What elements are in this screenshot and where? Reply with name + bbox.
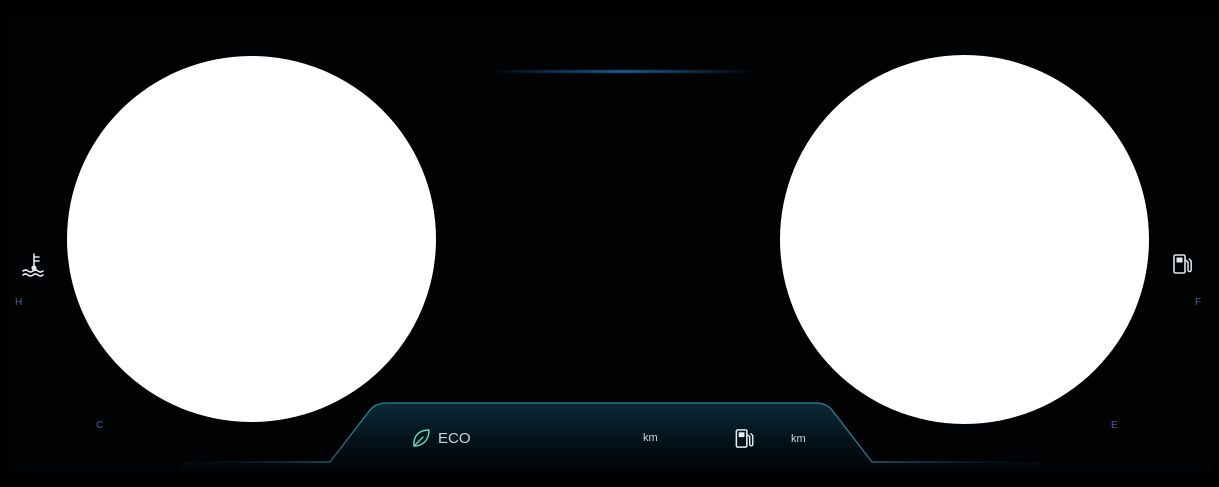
left-gauge-dial [67,56,436,422]
trip-unit-label: km [791,433,806,445]
range-unit-label: km [643,432,658,444]
right-gauge-dial [780,55,1149,424]
drive-mode-indicator: ECO [410,426,471,450]
temperature-high-label: H [15,297,23,308]
coolant-temperature-icon [22,253,44,277]
fuel-empty-label: E [1111,420,1119,431]
fuel-full-label: F [1195,297,1202,308]
instrument-cluster: H C F E ECO km km [0,0,1219,487]
fuel-pump-icon [1173,254,1192,274]
top-accent-glow [485,70,760,73]
temperature-low-label: C [96,420,104,431]
drive-mode-label: ECO [438,429,471,447]
info-bar-panel [180,402,1040,470]
leaf-icon [413,429,430,447]
fuel-pump-icon [735,429,754,448]
